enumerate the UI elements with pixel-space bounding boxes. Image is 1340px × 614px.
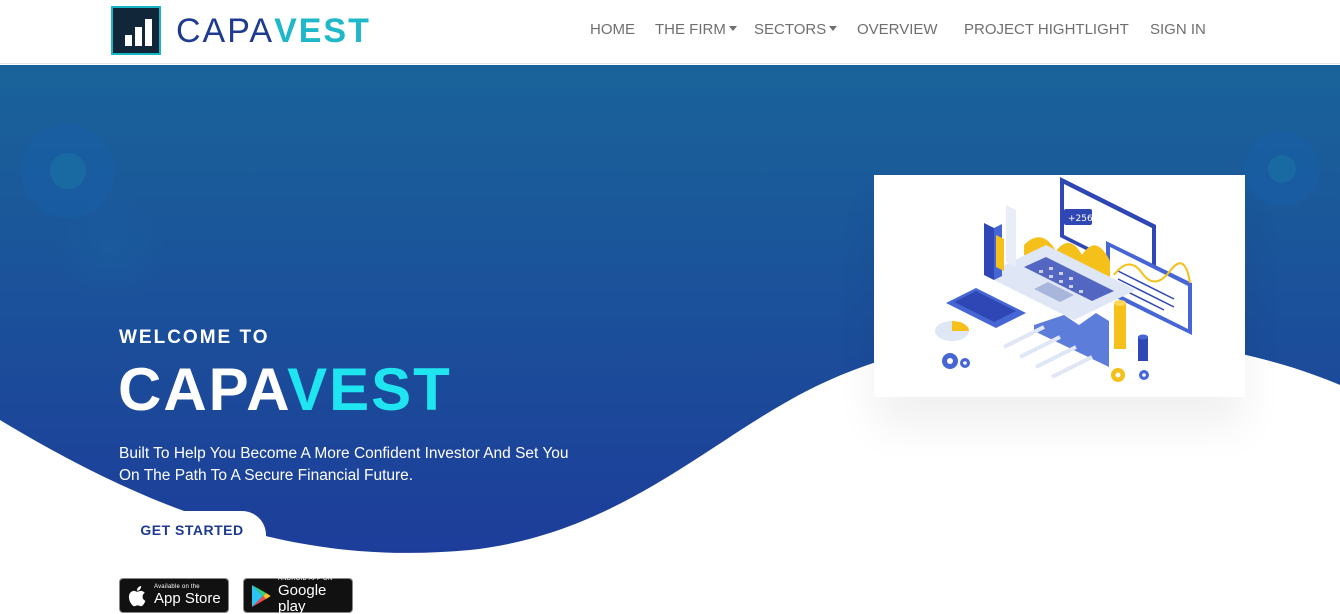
nav-sign-in[interactable]: SIGN IN [1150,21,1206,39]
caret-down-icon [829,26,838,31]
hero-illustration: +256 [874,175,1245,397]
google-play-big: Google play [278,582,327,614]
get-started-button[interactable]: GET STARTED [118,511,266,548]
google-play-text: ANDROID APP ON Google play [278,576,346,614]
nav-sectors[interactable]: SECTORS [754,21,838,39]
nav-the-firm[interactable]: THE FIRM [655,21,737,39]
hero-title-part1: CAPA [118,356,288,423]
top-navbar: CAPAVEST HOME THE FIRM SECTORS OVERVIEW … [0,0,1340,64]
nav-the-firm-label: THE FIRM [655,21,726,38]
hero-section: WELCOME TO CAPAVEST Built To Help You Be… [0,65,1340,614]
app-store-button[interactable]: Available on the App Store [119,578,229,613]
google-play-button[interactable]: ANDROID APP ON Google play [243,576,353,614]
caret-down-icon [728,26,737,31]
apple-icon [126,584,148,608]
app-store-text: Available on the App Store [154,584,221,607]
nav-overview[interactable]: OVERVIEW [857,21,938,39]
hero-welcome: WELCOME TO [119,327,270,348]
google-play-icon [250,584,272,608]
illustration-value-label: +256 [1068,214,1093,224]
main-nav: HOME THE FIRM SECTORS OVERVIEW PROJECT H… [0,0,1340,64]
hero-title-part2: VEST [287,356,452,423]
nav-project-highlight[interactable]: PROJECT HIGHTLIGHT [964,21,1129,39]
hero-tagline: Built To Help You Become A More Confiden… [119,445,569,484]
isometric-finance-illustration: +256 [935,177,1192,382]
app-store-big: App Store [154,590,221,607]
page: CAPAVEST HOME THE FIRM SECTORS OVERVIEW … [0,0,1340,614]
nav-sectors-label: SECTORS [754,21,827,38]
nav-home[interactable]: HOME [590,21,635,39]
hero-title: CAPAVEST [118,355,452,425]
